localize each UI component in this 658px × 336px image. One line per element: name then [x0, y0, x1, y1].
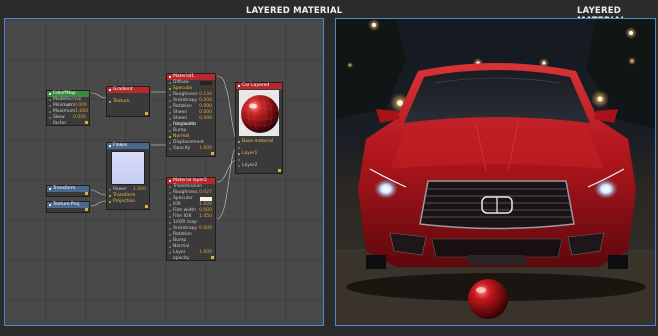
node-output-port[interactable]: [47, 208, 89, 212]
node-material-layer2[interactable]: Material layer2 Transmission Roughness 0.…: [166, 177, 216, 261]
node-car-layered-header[interactable]: Car Layered: [236, 83, 282, 89]
node-output-port[interactable]: [47, 121, 89, 125]
node-flakes[interactable]: Flakes Power 1.000 Transform Projection: [106, 142, 150, 210]
node-texture-projection[interactable]: Texture Proj.: [46, 201, 90, 213]
specular-swatch[interactable]: [200, 197, 212, 201]
node-output-port[interactable]: [236, 169, 282, 173]
node-gradient-header[interactable]: Gradient: [107, 87, 149, 93]
flakes-preview-thumbnail: [111, 151, 145, 185]
gradient-row-texture[interactable]: Texture: [107, 99, 149, 105]
render-viewport[interactable]: [335, 18, 656, 326]
node-output-port[interactable]: [107, 205, 149, 209]
left-panel-title: LAYERED MATERIAL: [246, 6, 343, 16]
node-falloffmap[interactable]: FalloffMap Mode Normal vs Minimum 0.000 Ma…: [46, 90, 90, 126]
node-gradient[interactable]: Gradient Texture: [106, 86, 150, 117]
diffuse-swatch[interactable]: [200, 81, 212, 85]
preview-sphere-icon: [240, 94, 279, 134]
node-output-port[interactable]: [107, 112, 149, 116]
material-preview-thumbnail: [239, 90, 279, 136]
node-editor-canvas[interactable]: FalloffMap Mode Normal vs Minimum 0.000 Ma…: [4, 18, 324, 326]
node-output-port[interactable]: [167, 256, 215, 260]
node-transform[interactable]: Transform: [46, 185, 90, 197]
preview-ball: [468, 279, 508, 319]
row-label: Texture: [113, 99, 130, 104]
node-car-layered[interactable]: Car Layered Base material Layer1 Layer2: [235, 82, 283, 174]
node-output-port[interactable]: [167, 152, 215, 156]
node-material1[interactable]: Material1 Diffuse Specular Roughness 0.14…: [166, 73, 216, 157]
node-output-port[interactable]: [47, 192, 89, 196]
node-flakes-header[interactable]: Flakes: [107, 143, 149, 149]
car-render-image: [336, 19, 655, 325]
